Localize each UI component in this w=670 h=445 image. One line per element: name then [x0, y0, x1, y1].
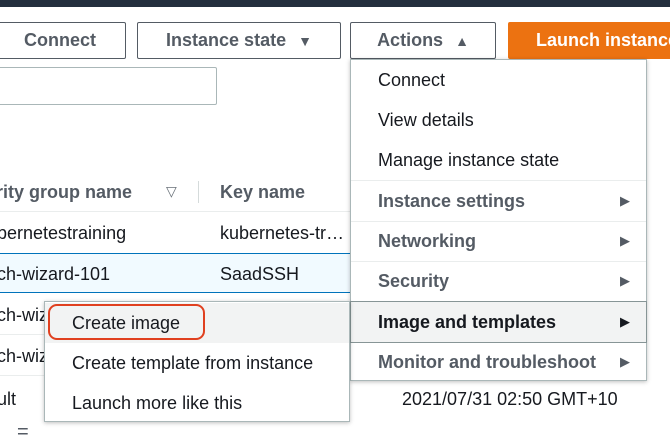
menu-item-label: Instance settings: [378, 190, 526, 211]
chevron-right-icon: ▶: [620, 314, 630, 329]
actions-menu: Connect View details Manage instance sta…: [350, 59, 647, 381]
menu-item-security[interactable]: Security ▶: [351, 261, 646, 301]
key-name-cell: SaadSSH: [220, 264, 300, 284]
chevron-right-icon: ▶: [620, 233, 630, 248]
menu-item-label: Security: [378, 270, 450, 291]
menu-item-label: Monitor and troubleshoot: [378, 351, 596, 372]
menu-item-instance-settings[interactable]: Instance settings ▶: [351, 181, 646, 221]
column-header-key-name[interactable]: Key name: [220, 182, 305, 203]
caret-up-icon: ▲: [455, 32, 469, 49]
instance-state-label: Instance state: [166, 30, 287, 50]
search-input[interactable]: [0, 67, 217, 105]
chevron-right-icon: ▶: [620, 193, 630, 208]
connect-button-label: Connect: [24, 30, 96, 50]
menu-item-monitor-and-troubleshoot[interactable]: Monitor and troubleshoot ▶: [351, 342, 646, 382]
launch-instances-label: Launch instances: [536, 30, 670, 50]
column-divider: [198, 181, 199, 203]
caret-down-icon: ▼: [298, 32, 312, 49]
key-name-cell: kubernetes-tr…: [220, 223, 345, 243]
top-nav-bar: [0, 0, 670, 7]
launch-time-cell: 2021/07/31 02:50 GMT+10: [402, 389, 618, 409]
actions-button[interactable]: Actions ▲: [350, 22, 496, 59]
menu-item-label: Manage instance state: [378, 149, 560, 170]
menu-item-networking[interactable]: Networking ▶: [351, 221, 646, 261]
submenu-item-create-image[interactable]: Create image: [45, 303, 349, 343]
menu-item-label: Networking: [378, 230, 477, 251]
security-group-cell: ch-wiz: [0, 346, 49, 366]
launch-instances-button[interactable]: Launch instances: [508, 22, 670, 59]
submenu-item-create-template[interactable]: Create template from instance: [45, 343, 349, 383]
submenu-item-label: Create image: [72, 312, 181, 333]
submenu-item-launch-more-like-this[interactable]: Launch more like this: [45, 383, 349, 423]
submenu-item-label: Create template from instance: [72, 352, 314, 373]
security-group-cell: ch-wizard-101: [0, 264, 111, 284]
menu-item-image-and-templates[interactable]: Image and templates ▶: [350, 301, 647, 343]
chevron-right-icon: ▶: [620, 273, 630, 288]
menu-item-manage-instance-state[interactable]: Manage instance state: [351, 140, 646, 180]
image-templates-submenu: Create image Create template from instan…: [44, 301, 350, 422]
resize-handle-icon[interactable]: =: [17, 422, 29, 442]
security-group-cell: ch-wiz: [0, 305, 49, 325]
actions-label: Actions: [377, 30, 444, 50]
instance-state-button[interactable]: Instance state ▼: [137, 22, 341, 59]
chevron-right-icon: ▶: [620, 354, 630, 369]
menu-item-view-details[interactable]: View details: [351, 100, 646, 140]
menu-item-connect[interactable]: Connect: [351, 60, 646, 100]
security-group-cell: ult: [0, 389, 17, 409]
menu-item-label: Connect: [378, 69, 446, 90]
menu-item-label: View details: [378, 109, 474, 130]
sort-icon[interactable]: ▽: [166, 183, 177, 200]
connect-button[interactable]: Connect: [0, 22, 126, 59]
menu-item-label: Image and templates: [378, 311, 557, 332]
column-header-security-group[interactable]: rity group name: [0, 182, 132, 203]
submenu-item-label: Launch more like this: [72, 392, 243, 413]
security-group-cell: bernetestraining: [0, 223, 127, 243]
